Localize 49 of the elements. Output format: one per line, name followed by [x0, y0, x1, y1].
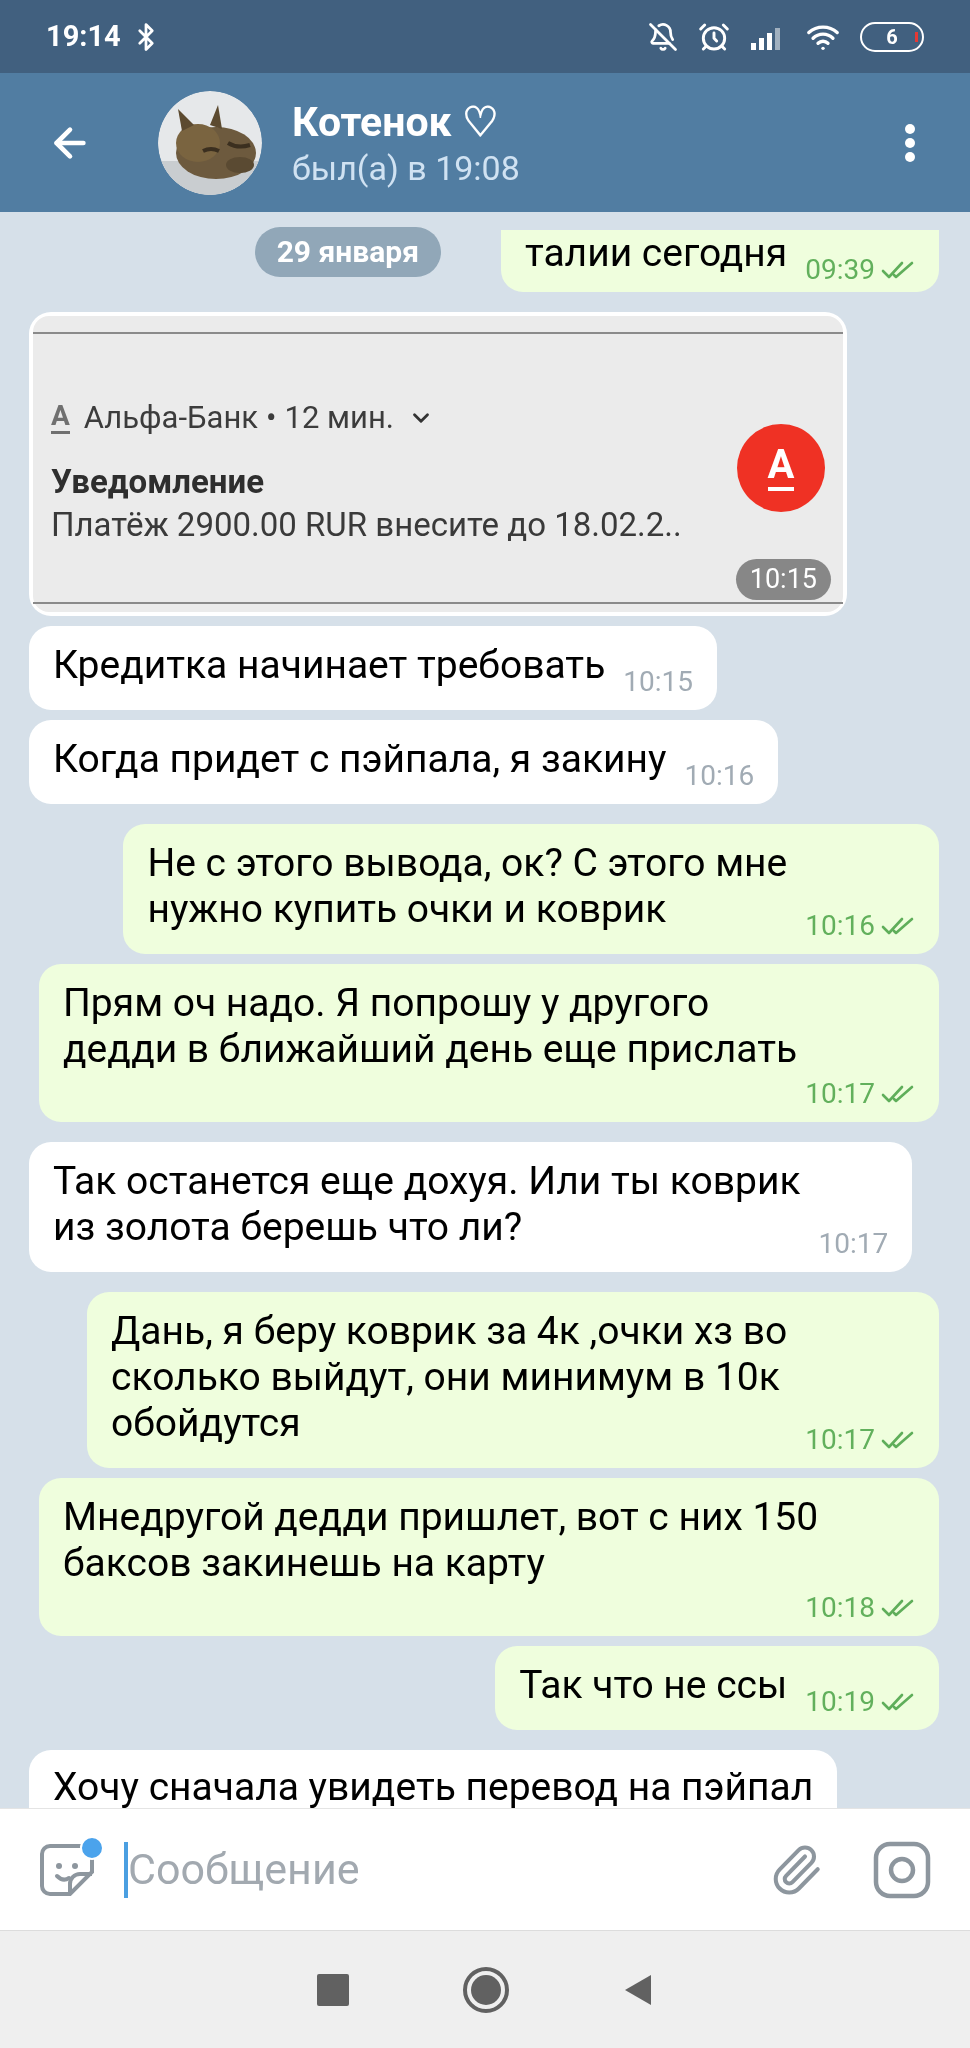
alarm-icon: [698, 20, 730, 53]
last-seen: был(а) в 19:08: [292, 146, 521, 189]
message-time: 10:16: [805, 912, 875, 940]
more-icon: [904, 122, 916, 163]
incoming-screenshot[interactable]: А Альфа-Банк • 12 мин. Уведомление Платёж 2900.00 RUR внесите до 18.02.2.. А 10:15: [29, 312, 847, 616]
message-time: 10:18: [805, 1594, 875, 1622]
message-time: 10:17: [805, 1426, 875, 1454]
camera-icon: [873, 1840, 931, 1899]
message-time: 10:17: [818, 1230, 889, 1258]
app-name: Альфа-Банк: [83, 397, 259, 438]
message-time: 10:16: [684, 762, 755, 790]
double-check-icon: [881, 1084, 915, 1104]
notification-body: Платёж 2900.00 RUR внесите до 18.02.2..: [51, 504, 683, 547]
message-time: 10:17: [805, 1080, 875, 1108]
message-text: Мнедругой дедди пришлет, вот с них 150 баксов закинешь на карту: [63, 1494, 819, 1586]
notification-title: Уведомление: [51, 461, 266, 504]
bank-logo: А: [737, 424, 825, 512]
status-time: 19:14: [46, 17, 121, 55]
text-cursor: [124, 1841, 128, 1898]
battery-icon: 6: [860, 21, 924, 52]
date-chip: 29 января: [254, 227, 441, 277]
message-text: Так что не ссы: [519, 1662, 788, 1708]
message-text: Прям оч надо. Я попрошу у другого дедди в ближайший день еще прислать: [63, 980, 798, 1072]
message-text: Дань, я беру коврик за 4к ,очки хз во сколько выйдут, они минимум в 10к обойдутся: [111, 1308, 788, 1446]
muted-bell-icon: [648, 21, 678, 52]
double-check-icon: [881, 916, 915, 936]
message-text: Хочу сначала увидеть перевод на пэйпал: [53, 1764, 814, 1808]
double-check-icon: [881, 1430, 915, 1450]
camera-button[interactable]: [872, 1839, 932, 1900]
double-check-icon: [881, 260, 915, 280]
message-text: Так останется еще дохуя. Или ты коврик из золота берешь что ли?: [53, 1158, 801, 1250]
message-time: 10:15: [623, 668, 694, 696]
recents-button[interactable]: [317, 1973, 349, 2006]
image-time: 10:15: [735, 559, 831, 600]
chat-title[interactable]: Котенок ♡: [292, 96, 890, 147]
home-button[interactable]: [463, 1966, 509, 2013]
message-text: талии сегодня: [524, 230, 788, 276]
separator-dot: •: [266, 397, 277, 438]
app-logo: А: [51, 402, 70, 434]
notification-age: 12 мин.: [284, 397, 394, 438]
double-check-icon: [881, 1692, 915, 1712]
message-time: 09:39: [805, 256, 875, 284]
message-text: Не с этого вывода, ок? С этого мне нужно купить очки и коврик: [147, 840, 788, 932]
double-check-icon: [881, 1598, 915, 1618]
message-text: Когда придет с пэйпала, я закину: [53, 736, 667, 782]
message-input[interactable]: Сообщение: [128, 1837, 766, 1902]
back-nav-icon[interactable]: [623, 1972, 653, 2007]
message-text: Кредитка начинает требовать: [53, 642, 606, 688]
message-time: 10:19: [805, 1688, 875, 1716]
